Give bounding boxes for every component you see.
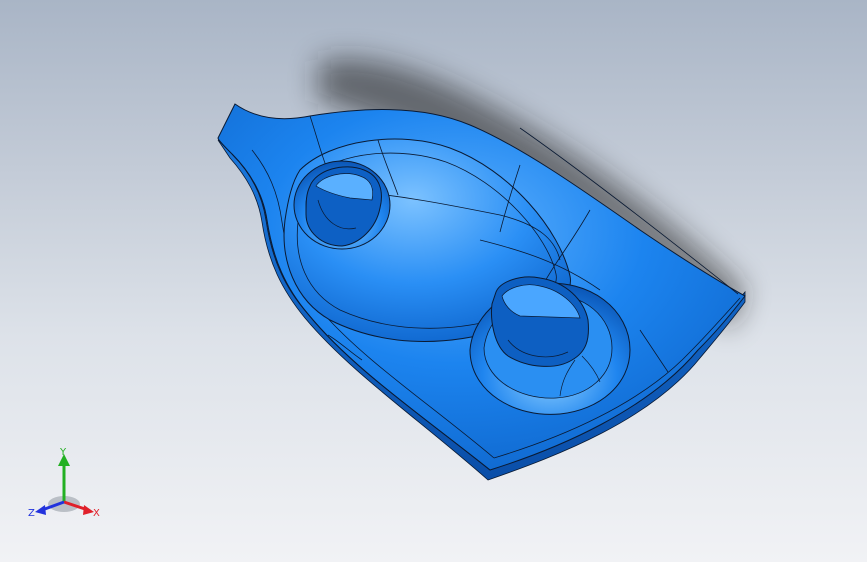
x-axis-label: X — [93, 508, 100, 519]
graphics-viewport[interactable]: Y X Z — [0, 0, 867, 562]
reference-triad[interactable]: Y X Z — [22, 446, 106, 526]
boss-upper — [293, 160, 391, 250]
z-axis-arrow — [35, 505, 46, 515]
y-axis-label: Y — [59, 447, 67, 458]
z-axis-label: Z — [28, 508, 35, 519]
part-model[interactable] — [0, 0, 867, 562]
